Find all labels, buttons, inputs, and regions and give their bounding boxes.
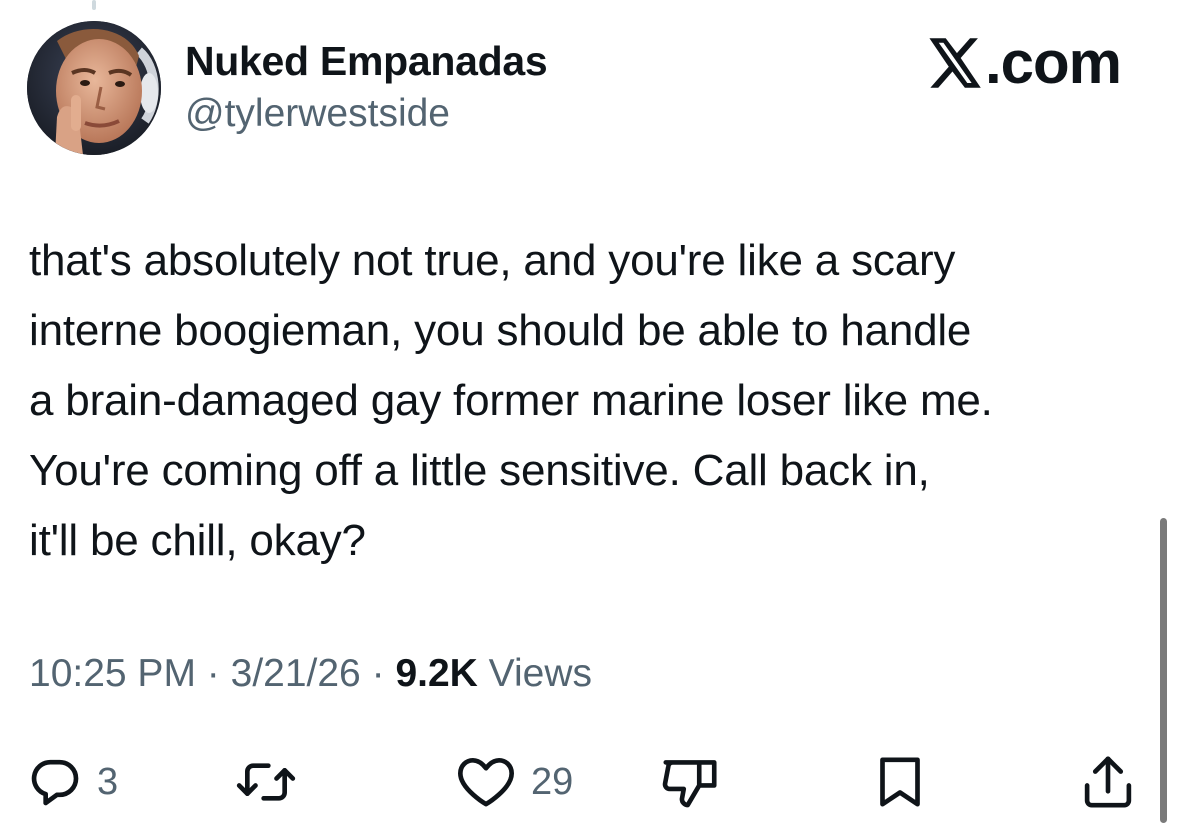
like-icon	[458, 757, 514, 807]
meta-separator: ·	[206, 652, 220, 695]
dislike-button[interactable]	[660, 752, 720, 812]
reply-button[interactable]: 3	[27, 752, 118, 812]
bookmark-button[interactable]	[872, 752, 928, 812]
tweet-text-line: that's absolutely not true, and you're l…	[29, 236, 956, 285]
like-count: 29	[531, 760, 574, 803]
reply-count: 3	[97, 760, 119, 803]
tweet-text-line: You're coming off a little sensitive. Ca…	[29, 446, 930, 495]
dislike-icon	[662, 760, 717, 808]
scrollbar[interactable]	[1160, 518, 1167, 823]
retweet-button[interactable]	[235, 752, 297, 812]
views-label: Views	[488, 652, 592, 695]
share-button[interactable]	[1080, 752, 1136, 812]
author-display-name[interactable]: Nuked Empanadas	[185, 38, 548, 85]
x-logo-icon	[929, 37, 981, 88]
share-icon	[1084, 756, 1132, 808]
brand-label: .com	[984, 29, 1122, 96]
like-button[interactable]: 29	[455, 752, 573, 812]
avatar-image	[27, 21, 161, 155]
action-bar: 3 29	[0, 752, 1179, 812]
tweet-date[interactable]: 3/21/26	[231, 652, 361, 695]
tweet-text: that's absolutely not true, and you're l…	[29, 226, 1149, 576]
tweet-text-line: interne boogieman, you should be able to…	[29, 306, 972, 355]
tweet-metadata: 10:25 PM · 3/21/26 · 9.2K Views	[29, 652, 592, 696]
author-handle[interactable]: @tylerwestside	[185, 92, 450, 136]
retweet-icon	[236, 763, 296, 801]
meta-separator: ·	[371, 652, 385, 695]
tweet-text-line: it'll be chill, okay?	[29, 516, 366, 565]
tweet-text-line: a brain-damaged gay former marine loser …	[29, 376, 993, 425]
thread-connector-line	[92, 0, 96, 10]
tweet-time[interactable]: 10:25 PM	[29, 652, 196, 695]
avatar[interactable]	[27, 21, 161, 155]
bookmark-icon	[880, 757, 920, 807]
reply-icon	[31, 759, 79, 806]
views-count[interactable]: 9.2K	[395, 652, 477, 695]
brand-watermark: .com	[929, 28, 1122, 97]
